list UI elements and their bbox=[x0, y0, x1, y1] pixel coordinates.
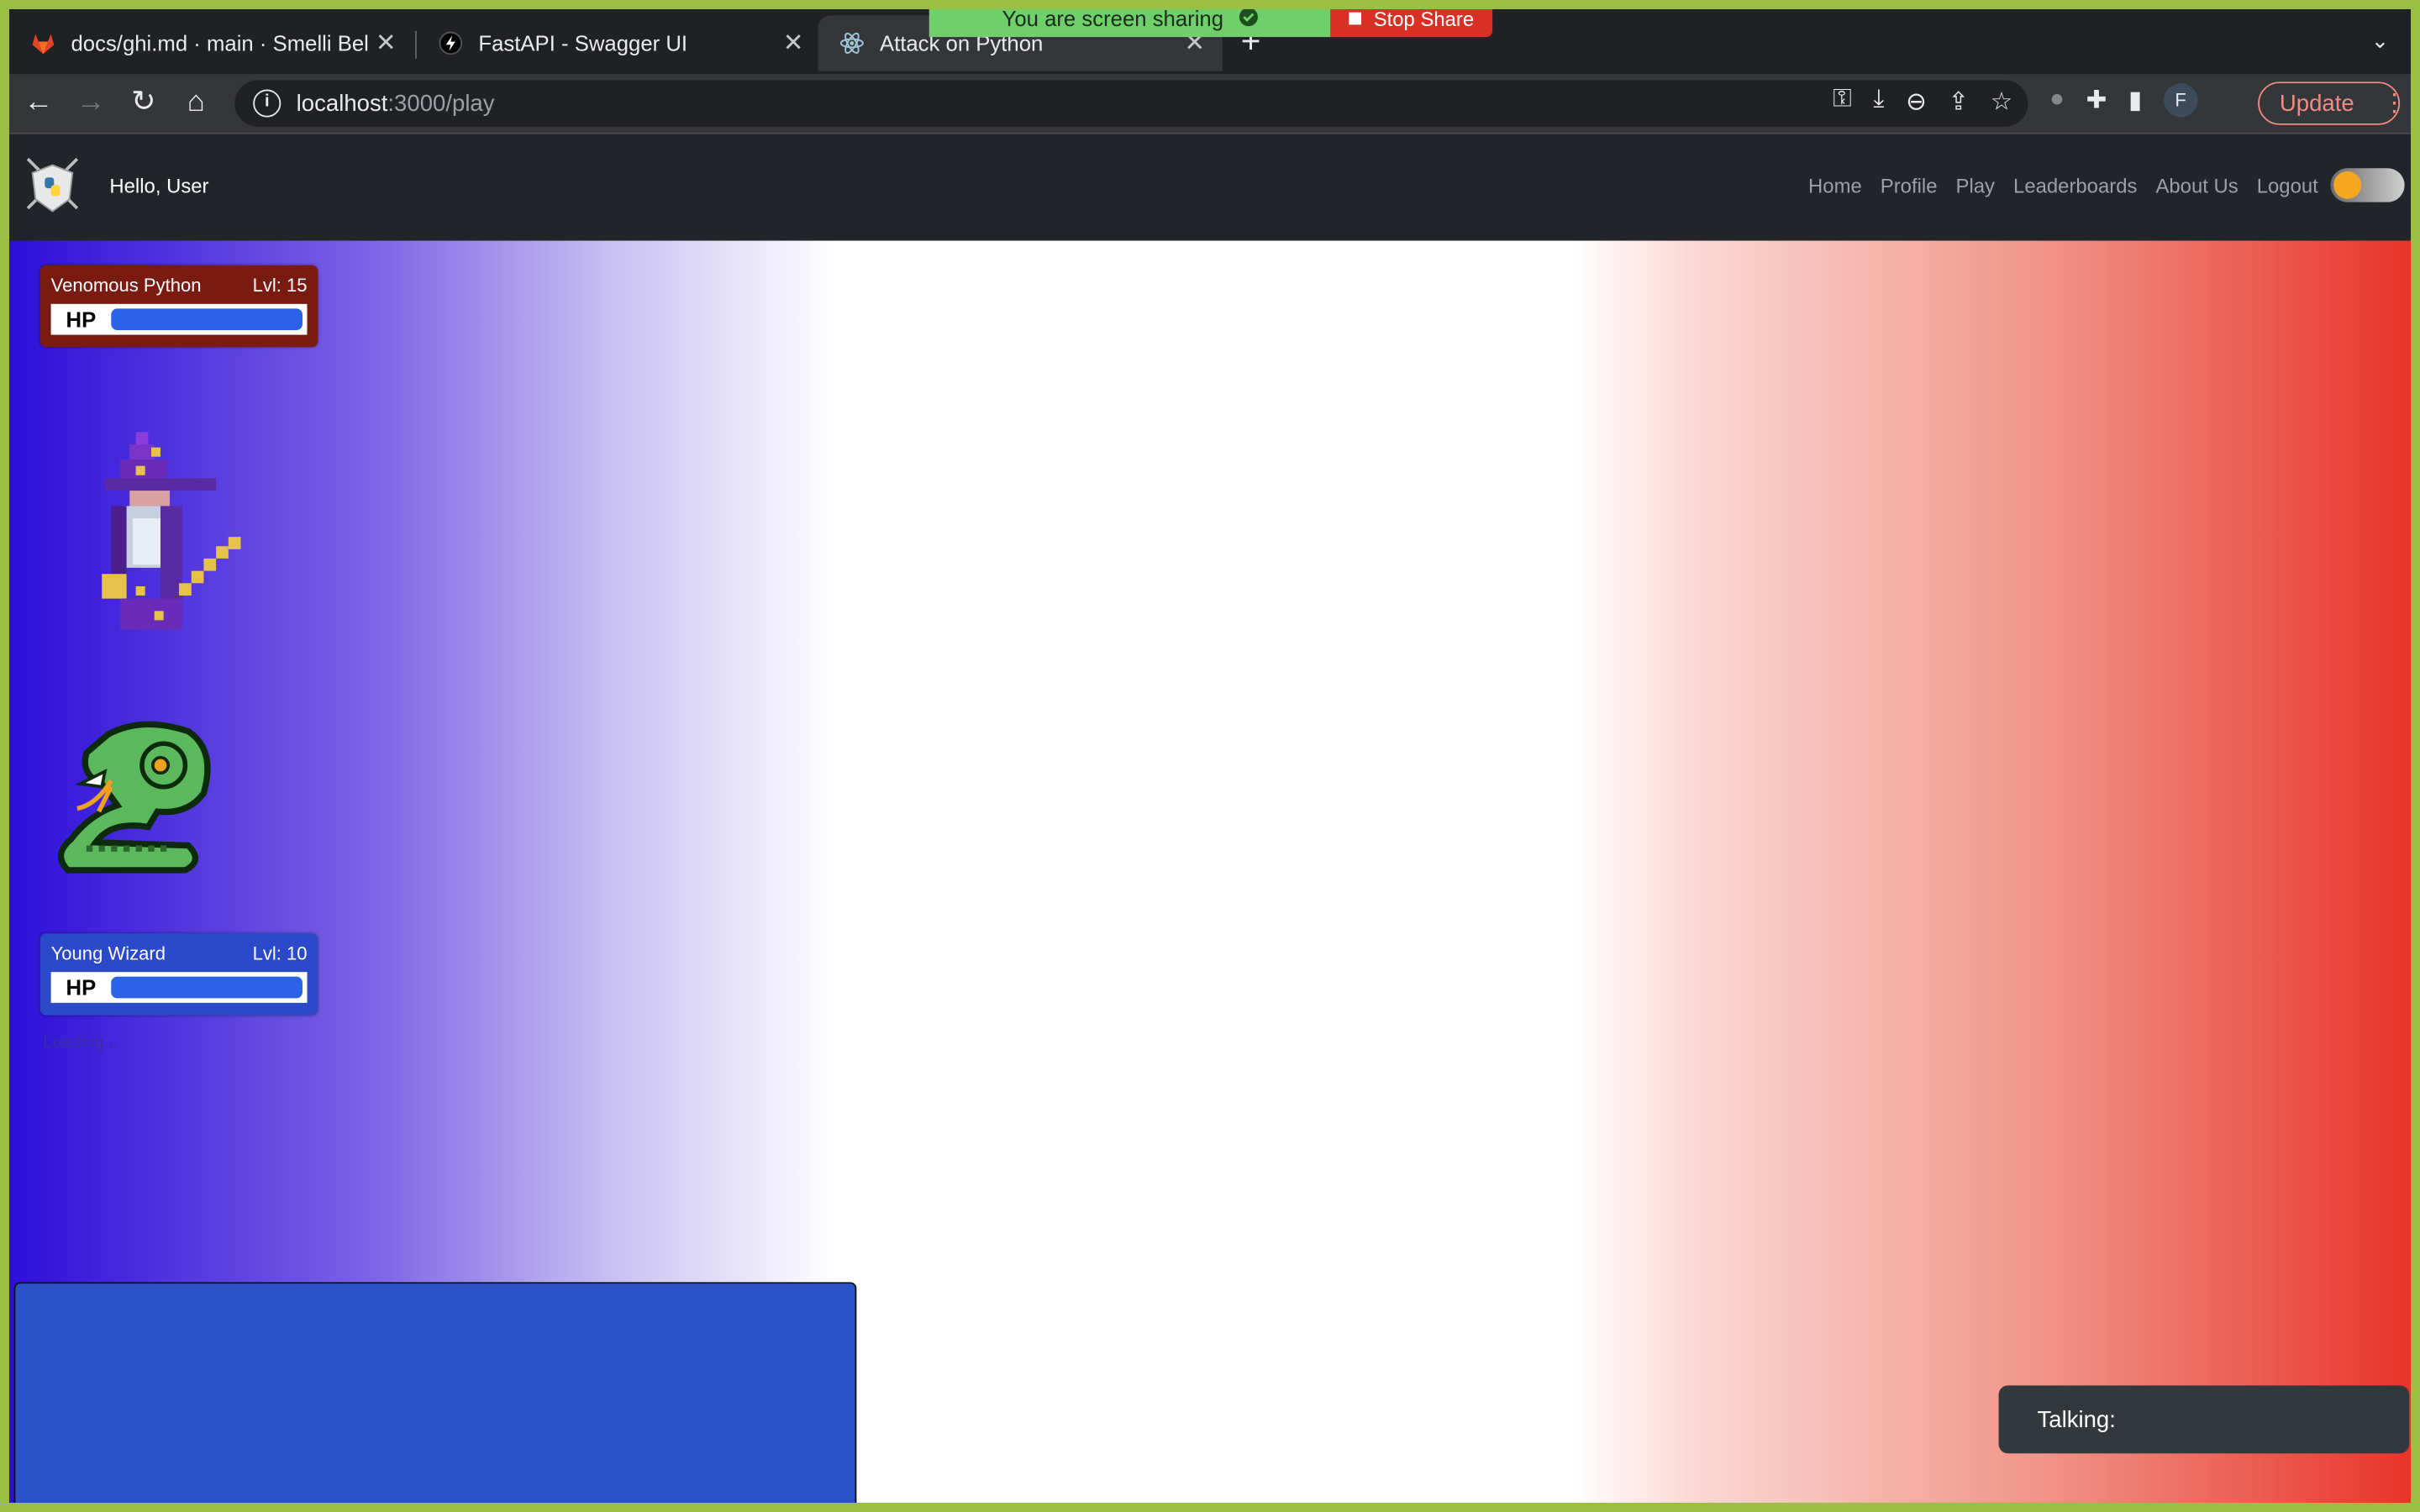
stop-share-label: Stop Share bbox=[1373, 9, 1475, 30]
hp-label: HP bbox=[66, 307, 97, 332]
nav-profile[interactable]: Profile bbox=[1881, 175, 1938, 198]
enemy-name: Venomous Python bbox=[50, 274, 202, 297]
extension-profile-icon[interactable]: ● bbox=[2049, 87, 2065, 114]
enemy-hp-bar: HP bbox=[50, 303, 308, 335]
nav-about-us[interactable]: About Us bbox=[2155, 175, 2238, 198]
player-name: Young Wizard bbox=[50, 942, 166, 964]
player-status-card: Young Wizard Lvl: 10 HP bbox=[39, 933, 318, 1016]
close-tab-icon[interactable]: ✕ bbox=[371, 28, 402, 59]
battle-arena: Venomous Python Lvl: 15 HP Young Wizard … bbox=[9, 240, 2411, 1503]
key-icon[interactable]: ⚿ bbox=[1833, 87, 1851, 118]
enemy-level: Lvl: 15 bbox=[252, 274, 308, 297]
install-icon[interactable]: ⤓ bbox=[1873, 87, 1884, 118]
update-label: Update bbox=[2279, 90, 2354, 117]
python-snake-sprite bbox=[57, 721, 211, 874]
player-hp-bar: HP bbox=[50, 972, 308, 1003]
stop-icon bbox=[1349, 12, 1361, 25]
reload-icon[interactable]: ↻ bbox=[124, 83, 164, 123]
share-icon[interactable]: ⇪ bbox=[1948, 87, 1969, 118]
main-nav: Home Profile Play Leaderboards About Us … bbox=[1808, 175, 2318, 198]
player-level: Lvl: 10 bbox=[252, 942, 308, 964]
enemy-status-card: Venomous Python Lvl: 15 HP bbox=[39, 265, 318, 348]
app-navbar: Hello, User Home Profile Play Leaderboar… bbox=[9, 134, 2411, 241]
omnibox-actions: ⚿ ⤓ ⊖ ⇪ ☆ bbox=[1833, 87, 2012, 118]
talking-indicator: Talking: bbox=[1998, 1385, 2410, 1454]
nav-home[interactable]: Home bbox=[1808, 175, 1862, 198]
react-icon bbox=[839, 31, 864, 55]
tab-fastapi[interactable]: FastAPI - Swagger UI ✕ bbox=[417, 15, 821, 71]
more-menu-icon[interactable]: ⋮ bbox=[2382, 88, 2407, 119]
url-path: :3000/play bbox=[387, 90, 495, 117]
tab-gitlab-docs[interactable]: docs/ghi.md · main · Smelli Bel ✕ bbox=[9, 15, 413, 71]
address-bar[interactable]: i localhost:3000/play ⚿ ⤓ ⊖ ⇪ ☆ bbox=[234, 80, 2028, 127]
theme-toggle[interactable] bbox=[2330, 168, 2405, 202]
url-host: localhost bbox=[296, 90, 388, 117]
forward-arrow-icon[interactable]: → bbox=[71, 83, 111, 123]
sun-icon bbox=[2333, 171, 2362, 199]
share-message: You are screen sharing bbox=[929, 9, 1331, 38]
toolbar-right: ● ✚ ▮ F bbox=[2049, 83, 2198, 118]
fastapi-icon bbox=[439, 31, 463, 55]
shield-check-icon bbox=[1239, 9, 1258, 31]
nav-logout[interactable]: Logout bbox=[2257, 175, 2318, 198]
browser-window: docs/ghi.md · main · Smelli Bel ✕ FastAP… bbox=[9, 9, 2411, 1503]
tab-title: FastAPI - Swagger UI bbox=[478, 30, 688, 56]
back-arrow-icon[interactable]: ← bbox=[18, 83, 59, 123]
close-tab-icon[interactable]: ✕ bbox=[778, 28, 809, 59]
extensions-puzzle-icon[interactable]: ✚ bbox=[2086, 85, 2107, 116]
share-message-text: You are screen sharing bbox=[1002, 9, 1224, 31]
update-button[interactable]: Update ⋮ bbox=[2258, 81, 2407, 125]
side-panel-icon[interactable]: ▮ bbox=[2128, 85, 2142, 116]
nav-play[interactable]: Play bbox=[1956, 175, 1995, 198]
greeting: Hello, User bbox=[109, 174, 209, 198]
action-panel bbox=[13, 1282, 857, 1503]
nav-leaderboards[interactable]: Leaderboards bbox=[2013, 175, 2137, 198]
loading-status: Loading... bbox=[43, 1033, 118, 1053]
site-info-icon[interactable]: i bbox=[253, 89, 281, 118]
stop-share-button[interactable]: Stop Share bbox=[1330, 9, 1493, 38]
enemy-hp-fill bbox=[111, 308, 302, 331]
bookmark-star-icon[interactable]: ☆ bbox=[1991, 87, 2012, 118]
tab-title: docs/ghi.md · main · Smelli Bel bbox=[71, 30, 369, 56]
zoom-out-icon[interactable]: ⊖ bbox=[1906, 87, 1927, 118]
profile-avatar[interactable]: F bbox=[2163, 83, 2198, 118]
hp-label: HP bbox=[66, 974, 97, 1000]
browser-toolbar: ← → ↻ ⌂ i localhost:3000/play ⚿ ⤓ ⊖ ⇪ ☆ … bbox=[9, 74, 2411, 134]
tab-search-chevron-icon[interactable]: ⌄ bbox=[2371, 28, 2390, 54]
gitlab-icon bbox=[31, 31, 55, 55]
home-icon[interactable]: ⌂ bbox=[176, 83, 216, 123]
wizard-sprite bbox=[102, 432, 241, 630]
app-logo[interactable] bbox=[22, 153, 83, 221]
player-hp-fill bbox=[111, 976, 302, 999]
screen-share-banner: You are screen sharing Stop Share bbox=[929, 9, 1493, 38]
